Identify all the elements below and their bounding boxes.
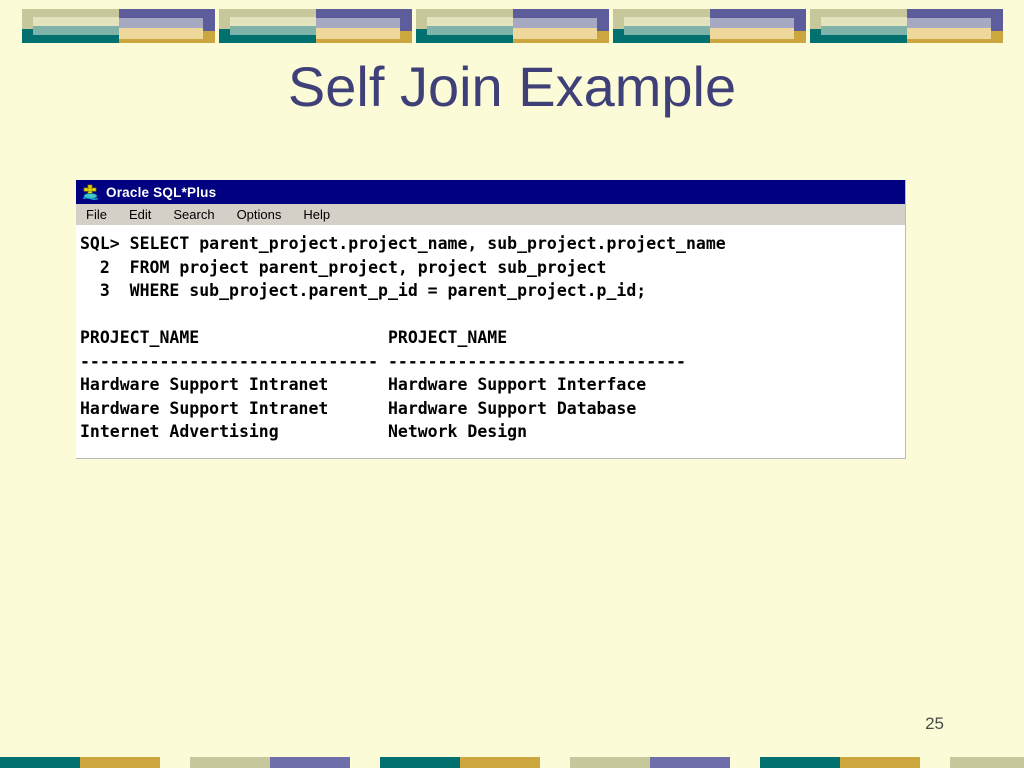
terminal-line: 2 FROM project parent_project, project s… bbox=[80, 257, 607, 277]
slide-page-number: 25 bbox=[925, 714, 944, 733]
decor-bottom-right-half bbox=[840, 757, 920, 768]
decor-sand-bar bbox=[316, 28, 400, 39]
decor-bottom-left-half bbox=[0, 757, 80, 768]
bottom-decorative-band bbox=[0, 754, 1024, 768]
menu-item-file[interactable]: File bbox=[86, 207, 107, 222]
decor-bottom-left-half bbox=[760, 757, 840, 768]
decor-teal-light-bar bbox=[427, 26, 513, 35]
decor-bottom-right-half bbox=[80, 757, 160, 768]
decorative-block-top bbox=[219, 9, 412, 43]
window-title-text: Oracle SQL*Plus bbox=[106, 184, 217, 200]
decor-lavender-bar bbox=[316, 18, 400, 28]
page-title: Self Join Example bbox=[287, 55, 737, 118]
decor-bottom-right-half bbox=[650, 757, 730, 768]
decor-lavender-bar bbox=[513, 18, 597, 28]
top-decorative-band bbox=[0, 0, 1024, 52]
terminal-line: Internet Advertising Network Design bbox=[80, 422, 528, 441]
decorative-block-top bbox=[613, 9, 806, 43]
menu-bar: File Edit Search Options Help bbox=[76, 204, 905, 226]
decor-bottom-left-half bbox=[570, 757, 650, 768]
terminal-line: Hardware Support Intranet Hardware Suppo… bbox=[80, 375, 647, 394]
decor-bottom-left-half bbox=[190, 757, 270, 768]
decor-teal-light-bar bbox=[821, 26, 907, 35]
sqlplus-window: Oracle SQL*Plus File Edit Search Options… bbox=[76, 180, 906, 459]
decor-lavender-bar bbox=[710, 18, 794, 28]
decorative-block-top bbox=[22, 9, 215, 43]
decor-sand-bar bbox=[710, 28, 794, 39]
decor-lavender-bar bbox=[119, 18, 203, 28]
oracle-sqlplus-icon bbox=[82, 184, 99, 201]
decorative-block-bottom bbox=[760, 757, 920, 768]
terminal-line: PROJECT_NAME PROJECT_NAME bbox=[80, 328, 508, 347]
terminal-line: ------------------------------ ---------… bbox=[80, 351, 686, 371]
decorative-block-bottom bbox=[570, 757, 730, 768]
decor-teal-light-bar bbox=[230, 26, 316, 35]
window-title-bar: Oracle SQL*Plus bbox=[76, 180, 905, 204]
decorative-block-top bbox=[810, 9, 1003, 43]
decor-teal-light-bar bbox=[624, 26, 710, 35]
decor-sand-bar bbox=[907, 28, 991, 39]
decor-teal-light-bar bbox=[33, 26, 119, 35]
decor-lavender-bar bbox=[907, 18, 991, 28]
terminal-line: SQL> SELECT parent_project.project_name,… bbox=[80, 234, 726, 253]
decor-sand-bar bbox=[119, 28, 203, 39]
terminal-output[interactable]: SQL> SELECT parent_project.project_name,… bbox=[76, 226, 905, 456]
decorative-block-bottom bbox=[0, 757, 160, 768]
decorative-block-bottom bbox=[380, 757, 540, 768]
decorative-block-bottom bbox=[190, 757, 350, 768]
terminal-line: Hardware Support Intranet Hardware Suppo… bbox=[80, 398, 637, 418]
menu-item-edit[interactable]: Edit bbox=[129, 207, 151, 222]
decor-sand-bar bbox=[513, 28, 597, 39]
menu-item-search[interactable]: Search bbox=[173, 207, 214, 222]
decor-bottom-left-half bbox=[380, 757, 460, 768]
decor-bottom-right-half bbox=[460, 757, 540, 768]
menu-item-options[interactable]: Options bbox=[237, 207, 282, 222]
decorative-block-top bbox=[416, 9, 609, 43]
menu-item-help[interactable]: Help bbox=[303, 207, 330, 222]
terminal-line: 3 WHERE sub_project.parent_p_id = parent… bbox=[80, 281, 647, 300]
decorative-block-bottom bbox=[950, 757, 1024, 768]
decor-bottom-right-half bbox=[270, 757, 350, 768]
decor-bottom-left-half bbox=[950, 757, 1024, 768]
